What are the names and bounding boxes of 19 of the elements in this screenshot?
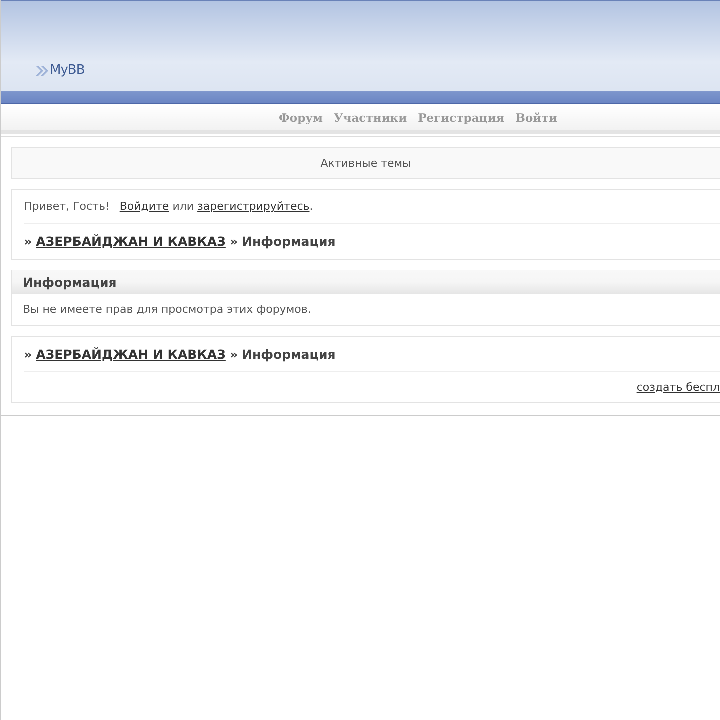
connector-text: или — [172, 200, 196, 213]
login-link[interactable]: Войдите — [120, 200, 170, 213]
breadcrumb-separator: » — [24, 234, 32, 249]
permission-message: Вы не имеете прав для просмотра этих форумов. — [23, 303, 312, 316]
breadcrumb-separator: » — [230, 346, 238, 362]
logo-text[interactable]: MyBB — [50, 63, 85, 78]
breadcrumb-separator: » — [24, 346, 32, 362]
period-text: . — [310, 200, 314, 213]
breadcrumb-current: Информация — [242, 346, 336, 362]
active-topics-link[interactable]: Активные темы — [320, 156, 412, 170]
footer-link[interactable]: создать беспл — [636, 380, 720, 394]
greeting-text: Привет, Гость! — [24, 200, 110, 213]
panel-title: Информация — [23, 274, 117, 290]
chevron-icon — [35, 66, 49, 76]
register-link[interactable]: зарегистрируйтесь — [198, 200, 310, 213]
breadcrumb-link[interactable]: АЗЕРБАЙДЖАН И КАВКАЗ — [36, 234, 226, 249]
breadcrumb-link[interactable]: АЗЕРБАЙДЖАН И КАВКАЗ — [36, 346, 226, 362]
breadcrumb-current: Информация — [242, 234, 336, 249]
breadcrumb-separator: » — [230, 234, 238, 249]
